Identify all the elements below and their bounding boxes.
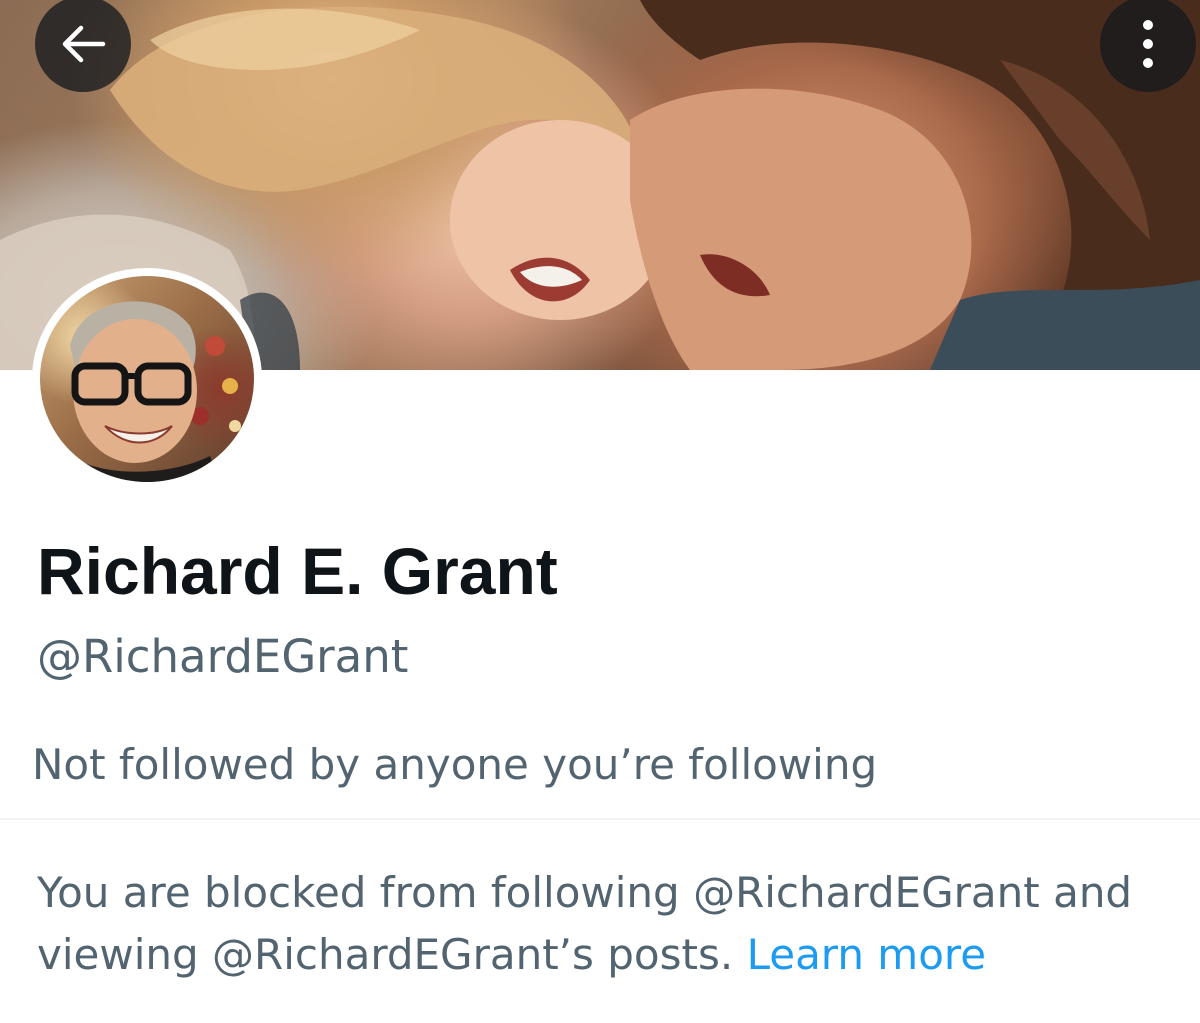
followers-you-know[interactable]: Not followed by anyone you’re following bbox=[32, 740, 877, 789]
avatar-image bbox=[40, 276, 254, 482]
divider bbox=[0, 818, 1200, 820]
profile-page: Richard E. Grant @RichardEGrant Not foll… bbox=[0, 0, 1200, 1023]
more-options-button[interactable] bbox=[1100, 0, 1196, 92]
avatar-photo bbox=[70, 301, 241, 482]
more-vertical-icon bbox=[1143, 20, 1153, 68]
learn-more-link[interactable]: Learn more bbox=[747, 930, 987, 979]
avatar[interactable] bbox=[32, 268, 262, 490]
back-button[interactable] bbox=[35, 0, 131, 92]
display-name: Richard E. Grant bbox=[37, 534, 558, 608]
profile-handle: @RichardEGrant bbox=[37, 630, 409, 683]
arrow-left-icon bbox=[62, 25, 106, 63]
blocked-notice: You are blocked from following @RichardE… bbox=[37, 862, 1177, 986]
